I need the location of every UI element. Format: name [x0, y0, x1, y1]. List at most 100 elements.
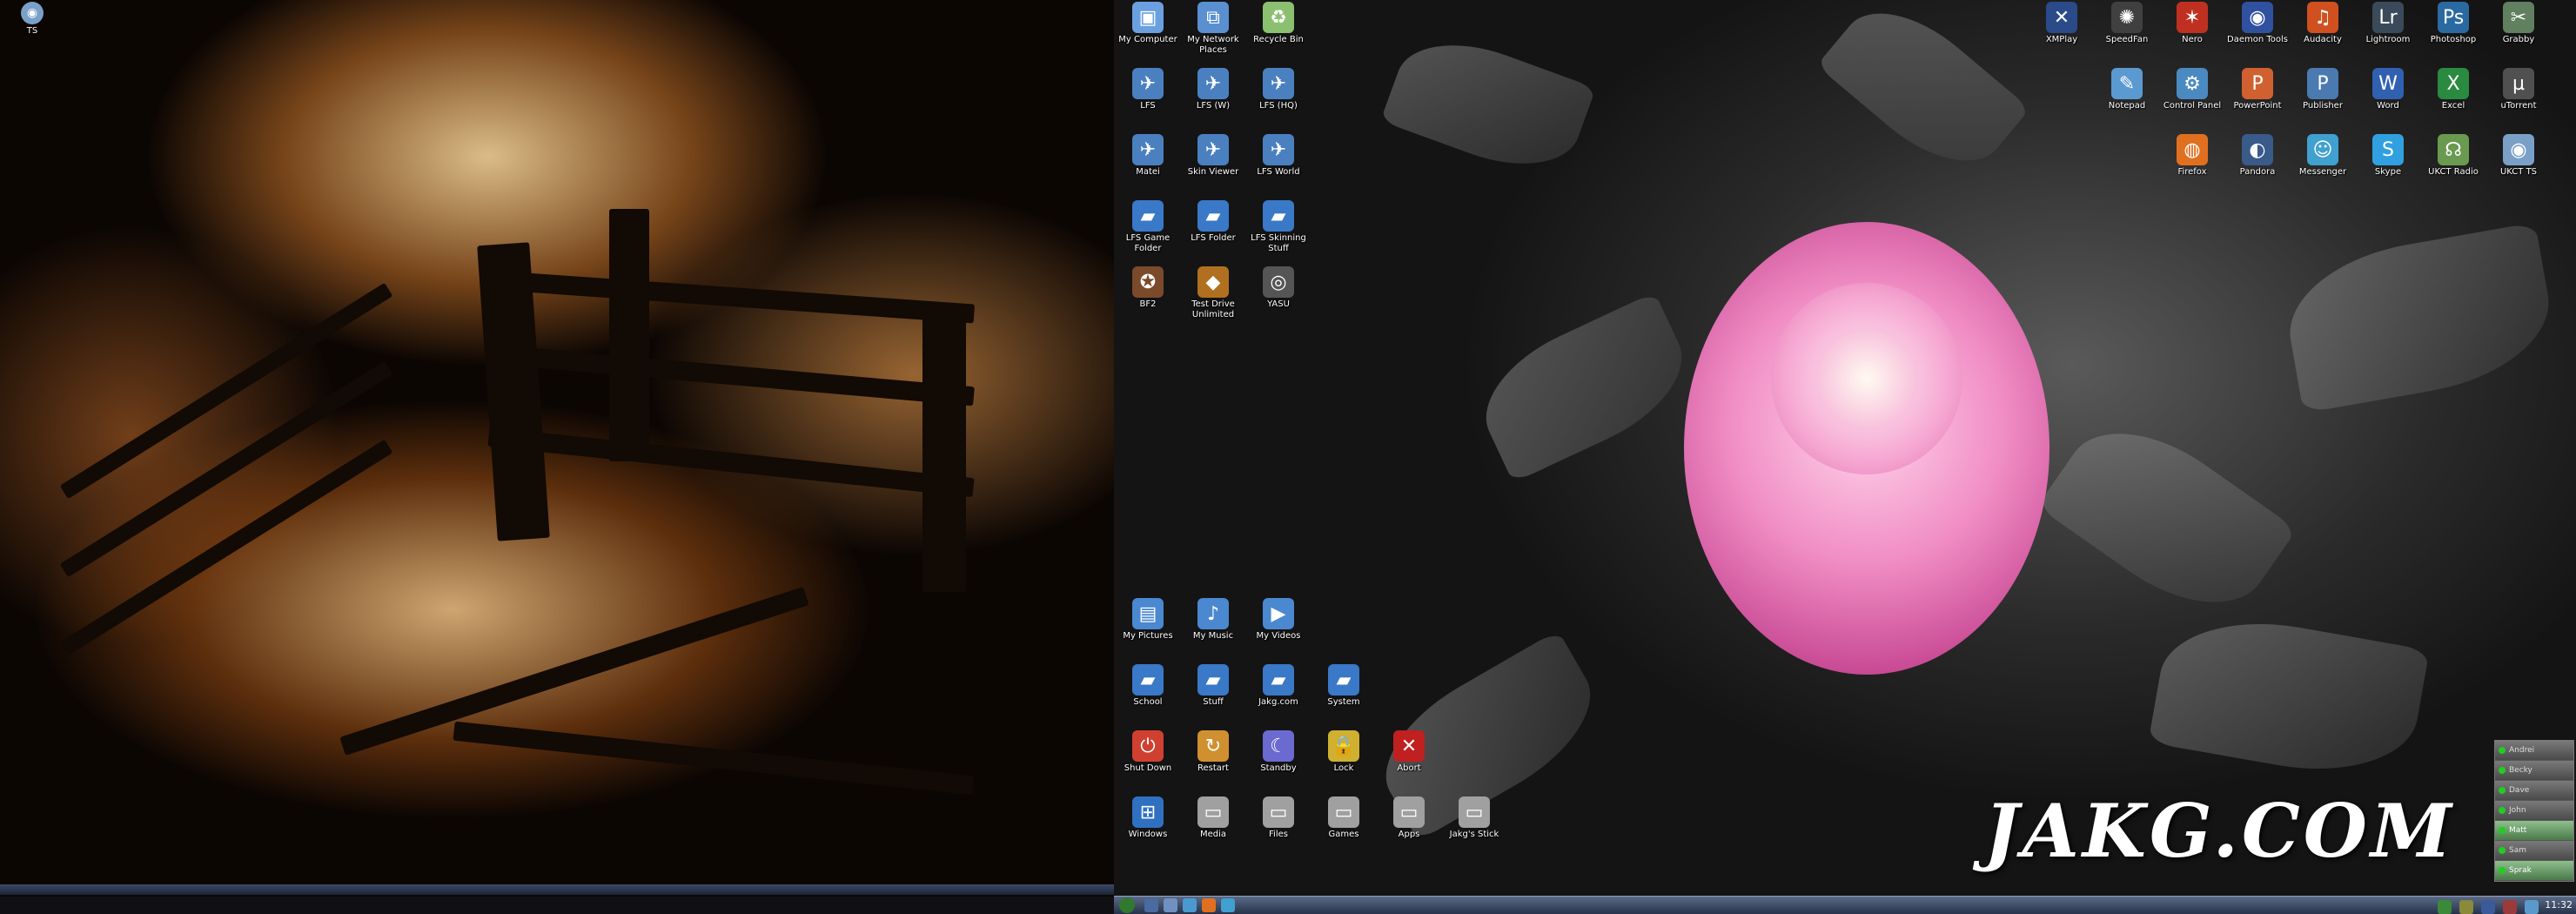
desktop-icon-shut-down[interactable]: ⏻ Shut Down — [1116, 730, 1180, 774]
windows-icon: ⊞ — [1132, 796, 1164, 828]
desktop-icon-lfs-game-folder[interactable]: ▰ LFS Game Folder — [1116, 200, 1180, 254]
desktop-icon-my-videos[interactable]: ▶ My Videos — [1246, 598, 1311, 642]
desktop-icon-grabby[interactable]: ✂ Grabby — [2486, 2, 2551, 45]
desktop-icon-jakg-s-stick[interactable]: ▭ Jakg's Stick — [1442, 796, 1506, 840]
desktop-icon-apps[interactable]: ▭ Apps — [1377, 796, 1441, 840]
close-icon: ✕ — [1393, 730, 1425, 762]
right-monitor-desktop[interactable]: ▣ My Computer ⧉ My Network Places ♻ Recycle B… — [1114, 0, 2576, 914]
lfs-icon: ✈ — [1197, 68, 1229, 99]
desktop-icon-photoshop[interactable]: Ps Photoshop — [2421, 2, 2485, 45]
media-player-icon[interactable] — [1183, 898, 1197, 912]
buddy-list-item[interactable]: John — [2495, 801, 2573, 821]
desktop-icon-recycle-bin[interactable]: ♻ Recycle Bin — [1246, 2, 1311, 45]
buddy-list-item[interactable]: Dave — [2495, 781, 2573, 801]
desktop-icon-jakg-com[interactable]: ▰ Jakg.com — [1246, 664, 1311, 708]
tray-network-icon[interactable] — [2438, 900, 2452, 914]
left-monitor-desktop[interactable]: ◉ TS — [0, 0, 1114, 914]
lfs-icon: ✈ — [1263, 134, 1294, 165]
lfs-icon: ✈ — [1197, 134, 1229, 165]
desktop-icon-ukct-ts[interactable]: ◉ UKCT TS — [2486, 134, 2551, 178]
desktop-icon-lightroom[interactable]: Lr Lightroom — [2356, 2, 2420, 45]
firefox-icon[interactable] — [1202, 898, 1216, 912]
tray-security-icon[interactable] — [2503, 900, 2517, 914]
desktop-icon-windows[interactable]: ⊞ Windows — [1116, 796, 1180, 840]
desktop-icon-skin-viewer[interactable]: ✈ Skin Viewer — [1181, 134, 1245, 178]
buddy-list-item[interactable]: Becky — [2495, 761, 2573, 781]
desktop-icon-school[interactable]: ▰ School — [1116, 664, 1180, 708]
desktop-icon-system[interactable]: ▰ System — [1311, 664, 1376, 708]
desktop-icon-lfs-hq[interactable]: ✈ LFS (HQ) — [1246, 68, 1311, 111]
desktop-icon-notepad[interactable]: ✎ Notepad — [2095, 68, 2159, 111]
desktop-icon-lfs-world[interactable]: ✈ LFS World — [1246, 134, 1311, 178]
wallpaper-leaf — [1465, 292, 1703, 483]
desktop-icon-lfs-w[interactable]: ✈ LFS (W) — [1181, 68, 1245, 111]
desktop-icon-abort[interactable]: ✕ Abort — [1377, 730, 1441, 774]
desktop-icon-my-music[interactable]: ♪ My Music — [1181, 598, 1245, 642]
buddy-list-item[interactable]: Sprak — [2495, 861, 2573, 881]
folder-icon: ▰ — [1197, 664, 1229, 696]
desktop-icon-audacity[interactable]: ♫ Audacity — [2291, 2, 2355, 45]
show-desktop-icon[interactable] — [1144, 898, 1158, 912]
desktop-icon-media[interactable]: ▭ Media — [1181, 796, 1245, 840]
control-panel-icon: ⚙ — [2177, 68, 2208, 99]
desktop-icon-word[interactable]: W Word — [2356, 68, 2420, 111]
desktop-icon-utorrent[interactable]: µ uTorrent — [2486, 68, 2551, 111]
desktop-icon-speedfan[interactable]: ✺ SpeedFan — [2095, 2, 2159, 45]
network-icon: ⧉ — [1197, 2, 1229, 33]
desktop-icon-lfs-folder[interactable]: ▰ LFS Folder — [1181, 200, 1245, 244]
photoshop-icon: Ps — [2438, 2, 2469, 33]
desktop-icon-messenger[interactable]: ☺ Messenger — [2291, 134, 2355, 178]
buddy-list-panel: Andrei Becky Dave John Matt Sam Sprak — [2494, 740, 2574, 882]
buddy-list-item[interactable]: Sam — [2495, 841, 2573, 861]
start-orb-icon[interactable] — [1119, 897, 1135, 913]
desktop-icon-xmplay[interactable]: ✕ XMPlay — [2029, 2, 2094, 45]
desktop-icon-my-pictures[interactable]: ▤ My Pictures — [1116, 598, 1180, 642]
grabby-icon: ✂ — [2503, 2, 2534, 33]
desktop-icon-lock[interactable]: 🔒 Lock — [1311, 730, 1376, 774]
powerpoint-icon: P — [2242, 68, 2273, 99]
tdu-icon: ◆ — [1197, 266, 1229, 298]
desktop-icon-lfs-skinning-stuff[interactable]: ▰ LFS Skinning Stuff — [1246, 200, 1311, 254]
messenger-icon[interactable] — [1221, 898, 1235, 912]
utorrent-icon: µ — [2503, 68, 2534, 99]
desktop-icon-lfs[interactable]: ✈ LFS — [1116, 68, 1180, 111]
desktop-icon-my-computer[interactable]: ▣ My Computer — [1116, 2, 1180, 45]
desktop-icon-powerpoint[interactable]: P PowerPoint — [2225, 68, 2290, 111]
desktop-icon-matei[interactable]: ✈ Matei — [1116, 134, 1180, 178]
desktop-icon-control-panel[interactable]: ⚙ Control Panel — [2160, 68, 2224, 111]
desktop-icon-pandora[interactable]: ◐ Pandora — [2225, 134, 2290, 178]
tray-messenger-icon[interactable] — [2481, 900, 2495, 914]
taskbar-clock[interactable]: 11:32 — [2545, 899, 2573, 911]
restart-icon: ↻ — [1197, 730, 1229, 762]
desktop-icon-stuff[interactable]: ▰ Stuff — [1181, 664, 1245, 708]
explorer-icon[interactable] — [1164, 898, 1177, 912]
system-tray — [2435, 898, 2541, 914]
desktop-icon-publisher[interactable]: P Publisher — [2291, 68, 2355, 111]
desktop-icon-daemon-tools[interactable]: ◉ Daemon Tools — [2225, 2, 2290, 45]
desktop-icon-my-network-places[interactable]: ⧉ My Network Places — [1181, 2, 1245, 56]
desktop-icon-yasu[interactable]: ◎ YASU — [1246, 266, 1311, 310]
desktop-icon-restart[interactable]: ↻ Restart — [1181, 730, 1245, 774]
desktop-icon-files[interactable]: ▭ Files — [1246, 796, 1311, 840]
desktop-icon-games[interactable]: ▭ Games — [1311, 796, 1376, 840]
buddy-list-item[interactable]: Matt — [2495, 821, 2573, 841]
desktop-icon-excel[interactable]: X Excel — [2421, 68, 2485, 111]
drive-icon: ▭ — [1197, 796, 1229, 828]
desktop-icon-ukct-radio[interactable]: ☊ UKCT Radio — [2421, 134, 2485, 178]
left-monitor-bottom-bar — [0, 897, 1114, 914]
desktop-icon-firefox[interactable]: ◍ Firefox — [2160, 134, 2224, 178]
desktop-icon-nero[interactable]: ✶ Nero — [2160, 2, 2224, 45]
power-icon: ⏻ — [1132, 730, 1164, 762]
standby-icon: ☾ — [1263, 730, 1294, 762]
lfs-icon: ✈ — [1132, 68, 1164, 99]
desktop-icon-skype[interactable]: S Skype — [2356, 134, 2420, 178]
desktop-icon-standby[interactable]: ☾ Standby — [1246, 730, 1311, 774]
desktop-icon-ts[interactable]: ◉ TS — [0, 2, 64, 37]
desktop-icon-bf2[interactable]: ✪ BF2 — [1116, 266, 1180, 310]
buddy-list-item[interactable]: Andrei — [2495, 741, 2573, 761]
tray-volume-icon[interactable] — [2459, 900, 2473, 914]
desktop-icon-test-drive-unlimited[interactable]: ◆ Test Drive Unlimited — [1181, 266, 1245, 320]
wallpaper-plank — [609, 209, 649, 461]
tray-skype-icon[interactable] — [2525, 900, 2539, 914]
wallpaper-rose — [1684, 187, 2049, 675]
